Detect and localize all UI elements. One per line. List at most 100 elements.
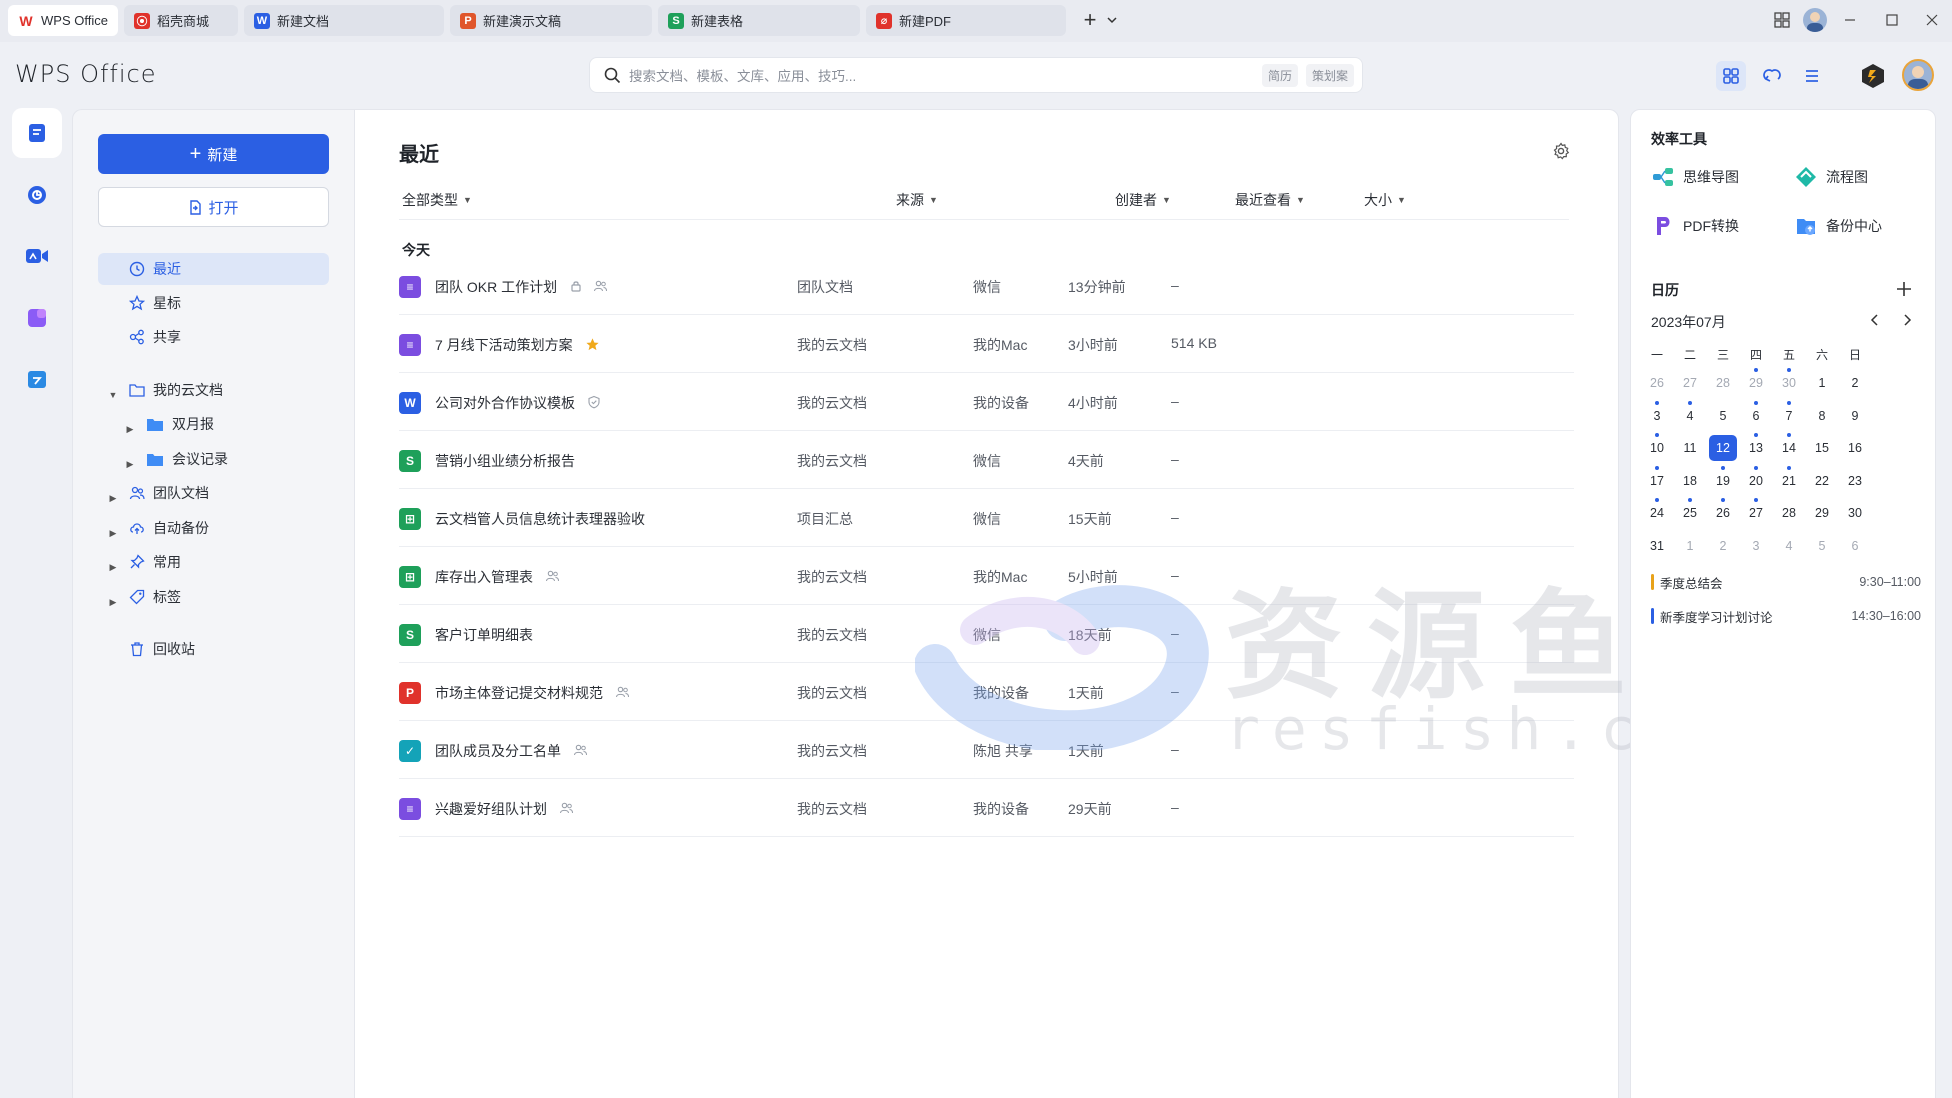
tab-new-presentation[interactable]: P 新建演示文稿 <box>450 5 652 36</box>
calendar-day[interactable]: 17 <box>1643 468 1671 494</box>
calendar-day[interactable]: 29 <box>1742 370 1770 396</box>
tab-wps-office[interactable]: W WPS Office <box>8 5 118 36</box>
member-badge-button[interactable] <box>1858 61 1888 91</box>
file-name[interactable]: 公司对外合作协议模板 <box>435 393 575 413</box>
calendar-day[interactable]: 6 <box>1841 533 1869 559</box>
calendar-day[interactable]: 2 <box>1709 533 1737 559</box>
nav-item-recent[interactable]: 最近 <box>98 253 329 285</box>
file-name[interactable]: 库存出入管理表 <box>435 567 533 587</box>
expand-caret-cloud-docs[interactable]: ▼ <box>108 390 118 400</box>
calendar-day[interactable]: 3 <box>1742 533 1770 559</box>
app-grid-button[interactable] <box>1772 10 1792 30</box>
file-row[interactable]: S 客户订单明细表 我的云文档 微信 18天前 – <box>399 605 1574 663</box>
nav-item-tags[interactable]: 标签 <box>128 581 181 613</box>
calendar-day[interactable]: 22 <box>1808 468 1836 494</box>
tool-backup-center[interactable]: 备份中心 <box>1794 211 1882 241</box>
nav-item-team-docs[interactable]: 团队文档 <box>128 477 209 509</box>
file-name[interactable]: 云文档管人员信息统计表理器验收 <box>435 509 645 529</box>
tool-mindmap[interactable]: 思维导图 <box>1651 162 1739 192</box>
user-avatar-small[interactable] <box>1803 8 1827 32</box>
sort-size[interactable]: 大小 ▼ <box>1364 190 1406 210</box>
maximize-button[interactable] <box>1882 10 1902 30</box>
calendar-day[interactable]: 3 <box>1643 403 1671 429</box>
list-settings-button[interactable] <box>1552 142 1570 160</box>
nav-item-my-cloud-docs[interactable]: 我的云文档 <box>128 374 223 406</box>
file-row[interactable]: ⊞ 云文档管人员信息统计表理器验收 项目汇总 微信 15天前 – <box>399 489 1574 547</box>
tab-daoke-store[interactable]: ⦿ 稻壳商城 <box>124 5 238 36</box>
calendar-day[interactable]: 6 <box>1742 403 1770 429</box>
calendar-day[interactable]: 10 <box>1643 435 1671 461</box>
tool-flowchart[interactable]: 流程图 <box>1794 162 1868 192</box>
rail-calendar[interactable] <box>12 354 62 404</box>
file-row[interactable]: ✓ 团队成员及分工名单 我的云文档 陈旭 共享 1天前 – <box>399 721 1574 779</box>
minimize-button[interactable] <box>1840 10 1860 30</box>
calendar-day[interactable]: 4 <box>1775 533 1803 559</box>
rail-documents[interactable] <box>12 108 62 158</box>
calendar-day[interactable]: 1 <box>1808 370 1836 396</box>
calendar-day[interactable]: 16 <box>1841 435 1869 461</box>
file-row[interactable]: ≡ 7 月线下活动策划方案 我的云文档 我的Mac 3小时前 514 KB <box>399 315 1574 373</box>
calendar-day[interactable]: 28 <box>1775 500 1803 526</box>
calendar-day[interactable]: 9 <box>1841 403 1869 429</box>
calendar-day[interactable]: 11 <box>1676 435 1704 461</box>
calendar-prev-button[interactable] <box>1867 312 1883 328</box>
calendar-day[interactable]: 19 <box>1709 468 1737 494</box>
file-name[interactable]: 兴趣爱好组队计划 <box>435 799 547 819</box>
calendar-event[interactable]: 季度总结会 9:30–11:00 <box>1651 573 1921 591</box>
file-name[interactable]: 7 月线下活动策划方案 <box>435 335 573 355</box>
calendar-day[interactable]: 15 <box>1808 435 1836 461</box>
calendar-day[interactable]: 5 <box>1709 403 1737 429</box>
calendar-day[interactable]: 5 <box>1808 533 1836 559</box>
file-name[interactable]: 团队 OKR 工作计划 <box>435 277 557 297</box>
search-bar[interactable]: 搜索文档、模板、文库、应用、技巧... 简历 策划案 <box>589 57 1363 93</box>
calendar-day[interactable]: 30 <box>1775 370 1803 396</box>
search-tag-resume[interactable]: 简历 <box>1261 63 1298 87</box>
tab-list-dropdown[interactable] <box>1104 12 1120 28</box>
file-row[interactable]: ⊞ 库存出入管理表 我的云文档 我的Mac 5小时前 – <box>399 547 1574 605</box>
calendar-day[interactable]: 14 <box>1775 435 1803 461</box>
file-row[interactable]: W 公司对外合作协议模板 我的云文档 我的设备 4小时前 – <box>399 373 1574 431</box>
filter-type[interactable]: 全部类型 ▼ <box>402 190 472 210</box>
new-tab-button[interactable]: + <box>1078 7 1102 32</box>
file-row[interactable]: P 市场主体登记提交材料规范 我的云文档 我的设备 1天前 – <box>399 663 1574 721</box>
calendar-day[interactable]: 1 <box>1676 533 1704 559</box>
filter-creator[interactable]: 创建者 ▼ <box>1115 190 1171 210</box>
expand-caret-auto-backup[interactable]: ▶ <box>108 528 118 538</box>
calendar-day[interactable]: 7 <box>1775 403 1803 429</box>
nav-item-bimonthly-report[interactable]: 双月报 <box>145 408 214 440</box>
rail-chat[interactable] <box>12 170 62 220</box>
calendar-day[interactable]: 30 <box>1841 500 1869 526</box>
calendar-day[interactable]: 18 <box>1676 468 1704 494</box>
new-button[interactable]: + 新建 <box>98 134 329 174</box>
file-row[interactable]: ≡ 团队 OKR 工作计划 团队文档 微信 13分钟前 – <box>399 257 1574 315</box>
close-button[interactable] <box>1922 10 1942 30</box>
user-avatar[interactable] <box>1902 59 1934 91</box>
tab-new-pdf[interactable]: ⌀ 新建PDF <box>866 5 1066 36</box>
sort-last-viewed[interactable]: 最近查看 ▼ <box>1235 190 1305 210</box>
calendar-day[interactable]: 27 <box>1742 500 1770 526</box>
calendar-day[interactable]: 8 <box>1808 403 1836 429</box>
nav-item-shared[interactable]: 共享 <box>128 321 181 353</box>
calendar-day[interactable]: 4 <box>1676 403 1704 429</box>
rail-meeting[interactable] <box>12 231 62 281</box>
file-name[interactable]: 市场主体登记提交材料规范 <box>435 683 603 703</box>
calendar-day[interactable]: 24 <box>1643 500 1671 526</box>
calendar-day[interactable]: 12 <box>1709 435 1737 461</box>
nav-item-frequent[interactable]: 常用 <box>128 546 181 578</box>
calendar-day[interactable]: 25 <box>1676 500 1704 526</box>
sync-button[interactable] <box>1757 61 1787 91</box>
calendar-day[interactable]: 23 <box>1841 468 1869 494</box>
expand-caret-team-docs[interactable]: ▶ <box>108 493 118 503</box>
nav-item-auto-backup[interactable]: 自动备份 <box>128 512 209 544</box>
grid-view-button[interactable] <box>1716 61 1746 91</box>
calendar-day[interactable]: 26 <box>1643 370 1671 396</box>
calendar-next-button[interactable] <box>1899 312 1915 328</box>
tab-new-spreadsheet[interactable]: S 新建表格 <box>658 5 860 36</box>
nav-item-trash[interactable]: 回收站 <box>128 633 195 665</box>
expand-caret-tags[interactable]: ▶ <box>108 597 118 607</box>
search-tag-proposal[interactable]: 策划案 <box>1305 63 1354 87</box>
calendar-day[interactable]: 28 <box>1709 370 1737 396</box>
file-name[interactable]: 团队成员及分工名单 <box>435 741 561 761</box>
expand-caret-bimonthly[interactable]: ▶ <box>125 424 135 434</box>
calendar-day[interactable]: 31 <box>1643 533 1671 559</box>
